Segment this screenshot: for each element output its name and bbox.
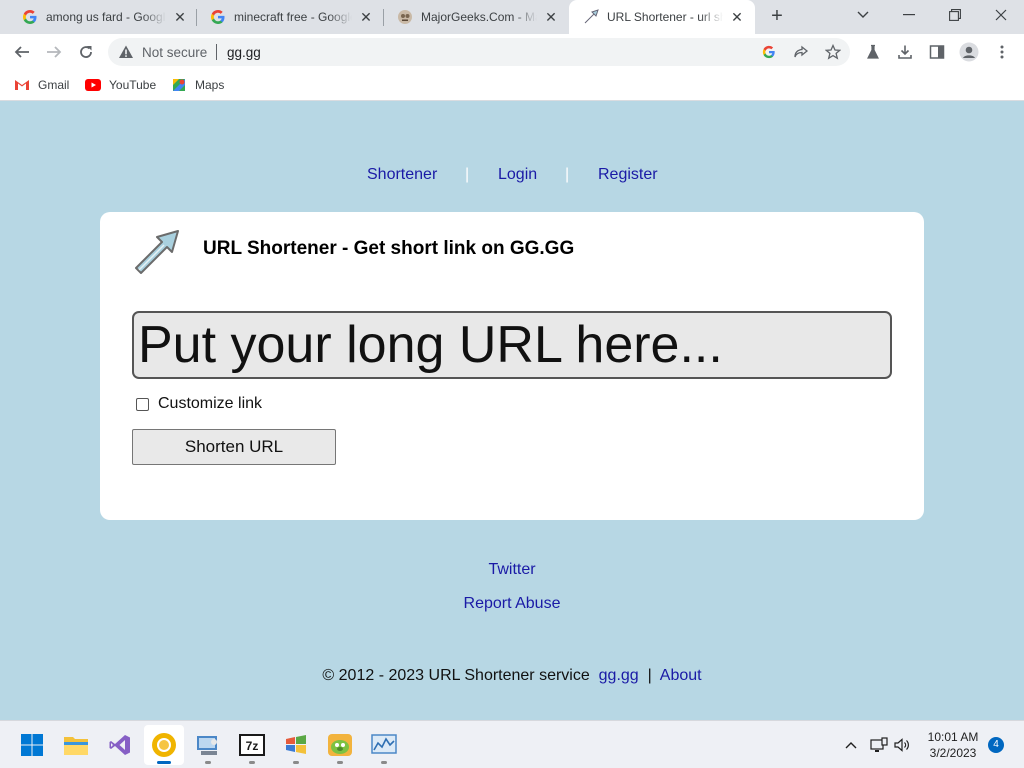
tab-url-shortener[interactable]: URL Shortener - url shortener ✕ xyxy=(569,0,755,34)
shorten-url-button[interactable]: Shorten URL xyxy=(132,429,336,465)
close-window-button[interactable] xyxy=(978,0,1024,30)
running-indicator xyxy=(381,761,387,764)
footer-separator: | xyxy=(647,667,652,684)
chevron-up-icon[interactable] xyxy=(841,735,861,755)
start-button[interactable] xyxy=(12,725,52,765)
bookmark-label: Gmail xyxy=(38,78,70,92)
warning-icon[interactable] xyxy=(118,44,134,60)
running-indicator xyxy=(157,761,171,764)
windows-app-icon[interactable] xyxy=(276,725,316,765)
maps-icon xyxy=(171,77,187,93)
arrow-favicon-icon xyxy=(583,9,599,25)
browser-toolbar: Not secure gg.gg xyxy=(0,34,1024,70)
close-icon[interactable]: ✕ xyxy=(729,9,745,25)
side-panel-icon[interactable] xyxy=(927,42,947,62)
windows-taskbar: 7z 10:01 AM 3/2/2023 4 xyxy=(0,720,1024,768)
tab-title: MajorGeeks.Com - MajorGeeks xyxy=(421,10,537,24)
twitter-link-row: Twitter xyxy=(0,561,1024,579)
7zip-icon[interactable]: 7z xyxy=(232,725,272,765)
visual-studio-icon[interactable] xyxy=(100,725,140,765)
twitter-link[interactable]: Twitter xyxy=(488,561,535,578)
web-page: Shortener | Login | Register URL Shorten… xyxy=(0,102,1024,720)
site-home-link[interactable]: gg.gg xyxy=(599,667,639,684)
google-g-icon xyxy=(210,9,226,25)
file-explorer-icon[interactable] xyxy=(56,725,96,765)
close-icon[interactable]: ✕ xyxy=(543,9,559,25)
top-navigation: Shortener | Login | Register xyxy=(0,166,1024,188)
more-menu-icon[interactable] xyxy=(992,42,1012,62)
tab-title: URL Shortener - url shortener xyxy=(607,10,723,24)
long-url-input[interactable] xyxy=(132,311,892,379)
minimize-button[interactable] xyxy=(886,0,932,30)
volume-icon[interactable] xyxy=(892,735,912,755)
network-icon[interactable] xyxy=(869,735,889,755)
customize-link-label[interactable]: Customize link xyxy=(158,395,262,413)
share-icon[interactable] xyxy=(793,44,809,60)
download-icon[interactable] xyxy=(895,42,915,62)
restore-button[interactable] xyxy=(932,0,978,30)
clock-time: 10:01 AM xyxy=(927,730,979,744)
bookmark-gmail[interactable]: Gmail xyxy=(14,76,69,94)
clock-date: 3/2/2023 xyxy=(929,746,977,760)
bookmark-label: YouTube xyxy=(109,78,157,92)
bookmark-youtube[interactable]: YouTube xyxy=(85,76,156,94)
notification-badge[interactable]: 4 xyxy=(988,737,1004,753)
bookmark-label: Maps xyxy=(195,78,225,92)
about-link[interactable]: About xyxy=(660,667,702,684)
customize-link-checkbox[interactable] xyxy=(136,397,149,411)
tab-majorgeeks[interactable]: MajorGeeks.Com - MajorGeeks ✕ xyxy=(383,0,569,34)
resource-monitor-icon[interactable] xyxy=(364,725,404,765)
close-icon[interactable]: ✕ xyxy=(358,9,374,25)
nav-separator: | xyxy=(565,166,570,183)
nav-shortener-link[interactable]: Shortener xyxy=(367,166,437,184)
browser-tab-bar: among us fard - Google Search ✕ minecraf… xyxy=(0,0,1024,34)
tab-title: among us fard - Google Search xyxy=(46,10,166,24)
running-indicator xyxy=(249,761,255,764)
profile-avatar-icon[interactable] xyxy=(959,42,979,62)
tab-search-button[interactable] xyxy=(840,0,886,30)
labs-flask-icon[interactable] xyxy=(863,42,883,62)
bookmark-maps[interactable]: Maps xyxy=(171,76,224,94)
gmail-icon xyxy=(14,77,30,93)
bookmark-star-icon[interactable] xyxy=(825,44,841,60)
svg-text:7z: 7z xyxy=(246,739,259,753)
chrome-taskbar-icon[interactable] xyxy=(144,725,184,765)
tab-google-search-2[interactable]: minecraft free - Google Search ✕ xyxy=(196,0,384,34)
address-bar[interactable]: Not secure gg.gg xyxy=(108,38,850,66)
arrow-logo-icon xyxy=(132,228,182,274)
angry-birds-icon[interactable] xyxy=(320,725,360,765)
new-tab-button[interactable]: + xyxy=(765,5,789,29)
copyright-footer: © 2012 - 2023 URL Shortener service gg.g… xyxy=(0,667,1024,685)
nav-separator: | xyxy=(465,166,470,183)
bookmarks-bar: Gmail YouTube Maps xyxy=(0,70,1024,101)
google-g-icon xyxy=(22,9,38,25)
url-text[interactable]: gg.gg xyxy=(227,45,261,60)
copyright-text: © 2012 - 2023 URL Shortener service xyxy=(322,667,590,684)
back-arrow-icon[interactable] xyxy=(10,40,34,64)
reload-icon[interactable] xyxy=(74,40,98,64)
forward-arrow-icon[interactable] xyxy=(42,40,66,64)
google-lens-icon[interactable] xyxy=(761,44,777,60)
windows-logo-icon xyxy=(21,734,43,756)
address-divider xyxy=(216,44,217,60)
close-icon[interactable]: ✕ xyxy=(172,9,188,25)
shortener-card: URL Shortener - Get short link on GG.GG … xyxy=(100,212,924,520)
security-status-label[interactable]: Not secure xyxy=(142,45,207,60)
nav-login-link[interactable]: Login xyxy=(498,166,537,184)
running-indicator xyxy=(205,761,211,764)
control-panel-icon[interactable] xyxy=(188,725,228,765)
report-abuse-row: Report Abuse xyxy=(0,595,1024,613)
page-title: URL Shortener - Get short link on GG.GG xyxy=(203,238,575,259)
youtube-icon xyxy=(85,77,101,93)
tab-google-search-1[interactable]: among us fard - Google Search ✕ xyxy=(8,0,198,34)
system-clock[interactable]: 10:01 AM 3/2/2023 xyxy=(918,729,988,761)
customize-link-option[interactable]: Customize link xyxy=(136,394,262,414)
running-indicator xyxy=(337,761,343,764)
nav-register-link[interactable]: Register xyxy=(598,166,658,184)
report-abuse-link[interactable]: Report Abuse xyxy=(464,595,561,612)
majorgeeks-icon xyxy=(397,9,413,25)
tab-title: minecraft free - Google Search xyxy=(234,10,352,24)
running-indicator xyxy=(293,761,299,764)
